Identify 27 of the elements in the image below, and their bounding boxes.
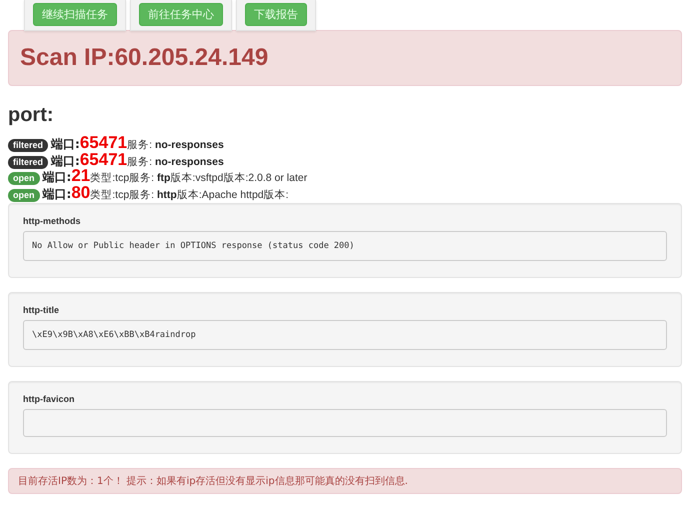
port-number: 65471 — [80, 135, 128, 151]
scan-title: Scan IP:60.205.24.149 — [20, 43, 270, 73]
status-label: filtered — [8, 139, 48, 152]
port-label: 端口: — [42, 169, 72, 185]
status-label: open — [8, 188, 40, 202]
port-label: 端口: — [51, 136, 80, 152]
port-number: 80 — [71, 184, 90, 200]
script-name: http-title — [23, 305, 60, 315]
script-output: \xE9\x9B\xA8\xE6\xBB\xB4raindrop — [23, 320, 667, 350]
status-label: filtered — [8, 156, 48, 168]
port-number: 65471 — [80, 152, 128, 168]
action-button[interactable]: 下载报告 — [245, 3, 307, 26]
port-details: 类型:tcp服务: ftp版本:vsftpd版本:2.0.8 or later — [90, 171, 308, 186]
port-number: 21 — [71, 168, 90, 184]
alert-banner: 目前存活IP数为：1个！ 提示：如果有ip存活但没有显示ip信息那可能真的没有扫到信息. — [8, 468, 682, 494]
action-button[interactable]: 继续扫描任务 — [33, 3, 117, 26]
section-heading: port: — [8, 104, 55, 127]
port-label: 端口: — [42, 186, 72, 202]
action-button[interactable]: 前往任务中心 — [139, 3, 223, 26]
script-output: No Allow or Public header in OPTIONS response (status code 200) — [23, 231, 667, 261]
port-details: 服务: no-responses — [127, 138, 224, 153]
status-label: open — [8, 172, 40, 185]
script-name: http-favicon — [23, 394, 76, 404]
script-name: http-methods — [23, 216, 82, 226]
port-details: 类型:tcp服务: http版本:Apache httpd版本: — [90, 188, 289, 202]
port-details: 服务: no-responses — [127, 154, 224, 170]
port-label: 端口: — [51, 152, 80, 168]
